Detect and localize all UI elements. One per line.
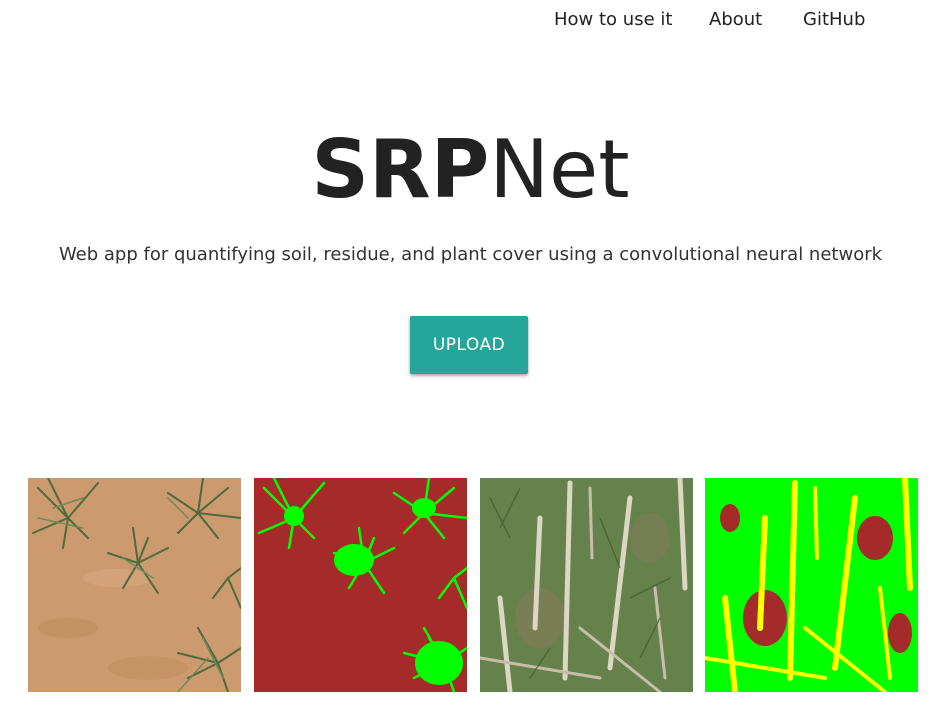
app-title-light: Net bbox=[489, 123, 630, 216]
example-photo-residue-plants-image bbox=[480, 478, 693, 692]
example-mask-soil-plants-image bbox=[254, 478, 467, 692]
app-title: SRPNet bbox=[0, 122, 941, 218]
example-mask-residue-plants bbox=[705, 478, 918, 692]
example-gallery bbox=[28, 478, 919, 692]
app-title-bold: SRP bbox=[311, 123, 490, 216]
top-nav: How to use it About GitHub bbox=[0, 0, 941, 42]
example-mask-residue-plants-image bbox=[705, 478, 918, 692]
nav-link-how-to-use[interactable]: How to use it bbox=[554, 9, 672, 30]
upload-button[interactable]: UPLOAD bbox=[410, 316, 528, 374]
app-subtitle: Web app for quantifying soil, residue, a… bbox=[58, 244, 883, 265]
nav-link-about[interactable]: About bbox=[709, 9, 762, 30]
example-photo-residue-plants bbox=[480, 478, 693, 692]
example-photo-soil-plants bbox=[28, 478, 241, 692]
nav-link-github[interactable]: GitHub bbox=[803, 9, 865, 30]
example-photo-soil-plants-image bbox=[28, 478, 241, 692]
example-mask-soil-plants bbox=[254, 478, 467, 692]
